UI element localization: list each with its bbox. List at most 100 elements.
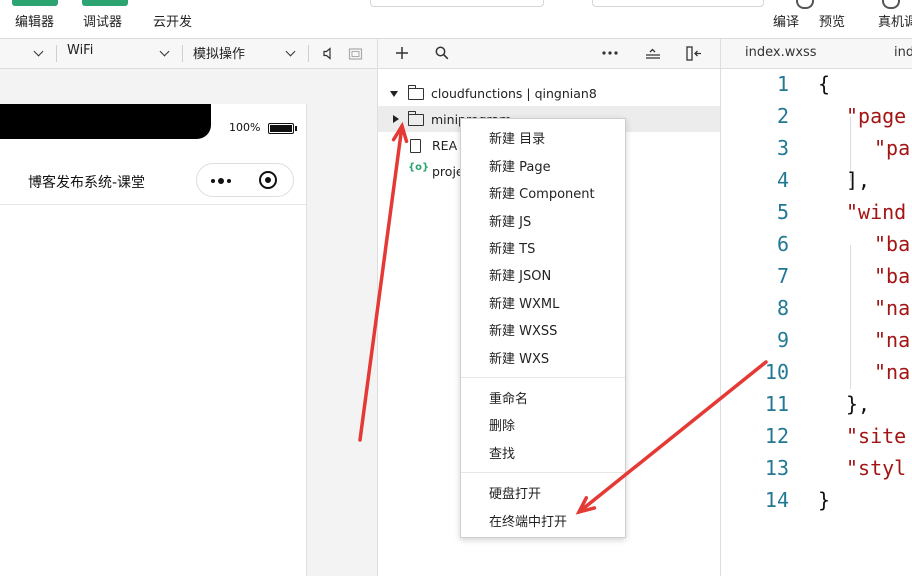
tab-index-wxss[interactable]: index.wxss xyxy=(745,45,817,60)
code-line: }, xyxy=(846,392,871,416)
remote-debug-button[interactable]: 真机调 xyxy=(878,11,912,30)
debugger-toggle-button[interactable]: 调试器 xyxy=(80,0,130,38)
phone-screen[interactable]: 100% 博客发布系统-课堂 xyxy=(0,104,307,576)
explorer-toolbar xyxy=(378,39,721,69)
code-line: "site xyxy=(846,424,907,448)
main-toolbar: 编辑器 调试器 云开发 编译 预览 真机调 xyxy=(0,0,912,39)
menu-new-wxs[interactable]: 新建 WXS xyxy=(489,348,549,367)
compile-button[interactable]: 编译 xyxy=(773,11,799,30)
menu-new-json[interactable]: 新建 JSON xyxy=(489,265,551,284)
line-number: 12 xyxy=(764,424,789,448)
page-title: 博客发布系统-课堂 xyxy=(28,175,146,191)
simulate-operation-select[interactable]: 模拟操作 xyxy=(193,43,245,62)
operation-chevron-down-icon[interactable] xyxy=(285,46,296,57)
collapse-all-icon[interactable] xyxy=(645,47,661,60)
line-number: 6 xyxy=(776,232,789,256)
preview-button[interactable]: 预览 xyxy=(819,11,845,30)
tree-item-cloudfunctions[interactable]: cloudfunctions | qingnian8 xyxy=(378,80,720,106)
mute-icon[interactable] xyxy=(322,47,334,60)
code-line: "styl xyxy=(846,456,907,480)
menu-new-ts[interactable]: 新建 TS xyxy=(489,238,535,257)
code-line: "wind xyxy=(846,200,907,224)
menu-new-component[interactable]: 新建 Component xyxy=(489,183,595,202)
code-line: "ba xyxy=(874,232,911,256)
capsule-button[interactable] xyxy=(196,163,294,197)
search-icon[interactable] xyxy=(435,46,449,60)
collapse-arrow-icon[interactable] xyxy=(393,115,399,123)
code-line: { xyxy=(818,72,831,96)
battery-icon xyxy=(268,123,297,134)
device-dropdown-chevron-icon[interactable] xyxy=(33,46,44,57)
menu-new-wxml[interactable]: 新建 WXML xyxy=(489,293,559,312)
mini-program-navbar: 博客发布系统-课堂 xyxy=(0,156,306,205)
code-editor[interactable]: 1 2 3 4 5 6 7 8 9 10 11 12 13 14{"page "pa], "wind "ba "b… xyxy=(721,69,912,576)
editor-tabs: index.wxss ind xyxy=(721,39,912,69)
menu-new-page[interactable]: 新建 Page xyxy=(489,156,551,175)
folder-icon xyxy=(407,111,424,126)
divider xyxy=(56,45,57,62)
code-line: "na xyxy=(874,328,911,352)
cloud-folder-icon xyxy=(407,85,424,100)
line-number: 5 xyxy=(776,200,789,224)
editor-toggle-indicator xyxy=(12,0,58,6)
file-icon xyxy=(410,139,421,153)
line-number: 4 xyxy=(776,168,789,192)
code-line: ], xyxy=(846,168,871,192)
debugger-toggle-label: 调试器 xyxy=(83,15,123,30)
line-number: 10 xyxy=(764,360,789,384)
menu-delete[interactable]: 删除 xyxy=(489,415,515,434)
code-line: "na xyxy=(874,360,911,384)
compile-mode-select[interactable] xyxy=(370,0,544,7)
tree-item-label: proje xyxy=(432,164,464,179)
split-view-icon[interactable] xyxy=(686,46,702,61)
menu-divider xyxy=(461,377,625,378)
tree-item-label: cloudfunctions | qingnian8 xyxy=(431,86,597,101)
line-number: 7 xyxy=(776,264,789,288)
compile-target-select[interactable] xyxy=(592,0,764,7)
editor-toggle-button[interactable]: 编辑器 xyxy=(12,0,62,38)
cloud-dev-button[interactable]: 云开发 xyxy=(150,0,200,38)
menu-new-js[interactable]: 新建 JS xyxy=(489,211,531,230)
network-chevron-down-icon[interactable] xyxy=(159,46,170,57)
simulator-panel: 100% 博客发布系统-课堂 xyxy=(0,69,378,576)
tab-index-other[interactable]: ind xyxy=(894,45,912,60)
code-line: "pa xyxy=(874,136,911,160)
network-select[interactable]: WiFi xyxy=(67,43,93,58)
menu-rename[interactable]: 重命名 xyxy=(489,388,528,407)
editor-toggle-label: 编辑器 xyxy=(15,15,55,30)
window-icon[interactable] xyxy=(348,47,364,61)
menu-open-in-terminal[interactable]: 在终端中打开 xyxy=(489,511,567,530)
menu-find[interactable]: 查找 xyxy=(489,443,515,462)
menu-open-in-disk[interactable]: 硬盘打开 xyxy=(489,483,541,502)
code-line: "page xyxy=(846,104,907,128)
more-options-icon[interactable] xyxy=(602,51,618,55)
line-number: 2 xyxy=(776,104,789,128)
menu-new-directory[interactable]: 新建 目录 xyxy=(489,128,545,147)
code-line: } xyxy=(818,488,831,512)
divider xyxy=(182,45,183,62)
battery-percentage: 100% xyxy=(229,121,261,134)
remote-debug-icon xyxy=(882,0,900,9)
cloud-dev-label: 云开发 xyxy=(153,15,193,30)
menu-divider xyxy=(461,472,625,473)
debugger-toggle-indicator xyxy=(82,0,128,6)
close-target-icon[interactable] xyxy=(259,171,277,189)
compile-icon xyxy=(796,0,814,9)
add-icon[interactable] xyxy=(395,46,409,60)
menu-new-wxss[interactable]: 新建 WXSS xyxy=(489,320,557,339)
phone-notch xyxy=(0,104,211,139)
line-number: 3 xyxy=(776,136,789,160)
line-number: 13 xyxy=(764,456,789,480)
simulator-toolbar: WiFi 模拟操作 xyxy=(0,39,378,69)
context-menu: 新建 目录 新建 Page 新建 Component 新建 JS 新建 TS 新… xyxy=(460,118,626,538)
indent-guide xyxy=(850,245,851,389)
line-number: 8 xyxy=(776,296,789,320)
line-number: 1 xyxy=(776,72,789,96)
expand-arrow-icon[interactable] xyxy=(390,91,398,97)
json-file-icon: {o} xyxy=(408,162,430,173)
line-number: 14 xyxy=(764,488,789,512)
divider xyxy=(308,45,309,62)
line-number: 9 xyxy=(776,328,789,352)
code-line: "ba xyxy=(874,264,911,288)
tree-item-label: REA xyxy=(432,138,458,153)
